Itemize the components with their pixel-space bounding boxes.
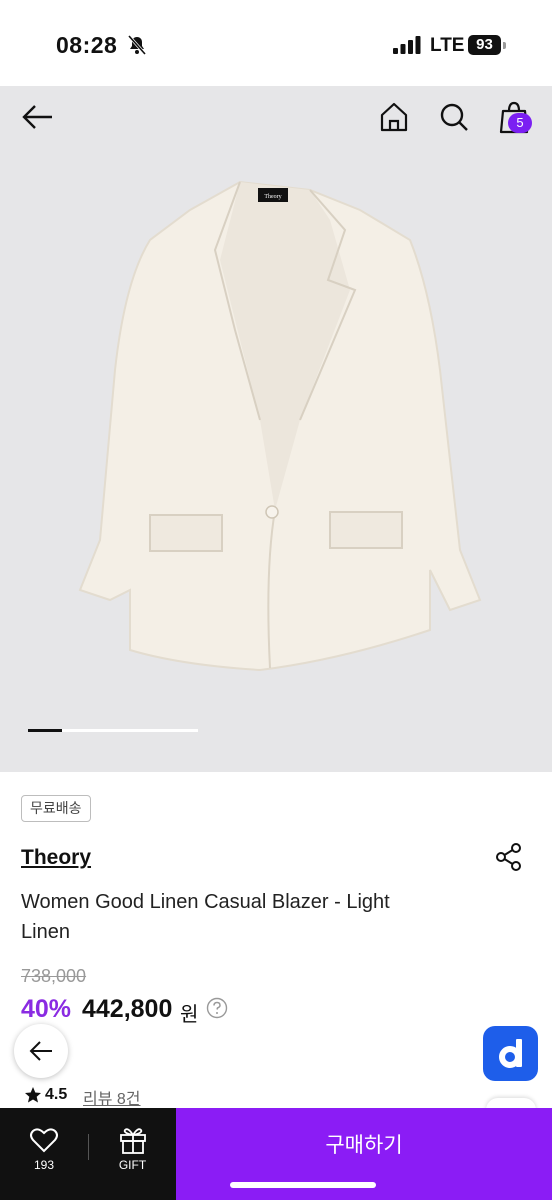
jacket-label-text: Theory: [264, 194, 281, 200]
battery-indicator: 93: [468, 35, 506, 55]
floating-back-button[interactable]: [14, 1024, 68, 1078]
discount-rate: 40%: [21, 995, 72, 1023]
signal-icon: [393, 36, 421, 54]
battery-tip: [503, 42, 506, 49]
cart-count-badge: 5: [508, 113, 532, 133]
battery-level: 93: [468, 35, 501, 55]
review-count-link[interactable]: 리뷰 8건: [83, 1085, 141, 1109]
gift-label: GIFT: [118, 1158, 147, 1172]
home-icon[interactable]: [378, 100, 410, 134]
status-bar: 08:28 LTE 93: [0, 0, 552, 86]
back-arrow-icon[interactable]: [20, 100, 56, 134]
gift-button[interactable]: GIFT: [89, 1108, 176, 1200]
image-pager-active: [28, 729, 62, 732]
home-indicator: [230, 1182, 376, 1188]
network-label: LTE: [430, 35, 465, 56]
search-icon[interactable]: [438, 100, 470, 134]
brand-link[interactable]: Theory: [21, 846, 91, 870]
currency-unit: 원: [180, 1004, 199, 1026]
question-circle-icon[interactable]: [206, 997, 228, 1019]
like-button[interactable]: 193: [0, 1108, 88, 1200]
d-app-button[interactable]: [483, 1026, 538, 1081]
rating-score: 4.5: [45, 1086, 68, 1103]
d-logo-icon: [499, 1039, 522, 1068]
blazer-photo: Theory: [78, 180, 482, 672]
original-price: 738,000: [21, 966, 87, 986]
share-icon[interactable]: [494, 842, 524, 872]
free-shipping-badge: 무료배송: [21, 795, 91, 822]
status-time: 08:28: [56, 32, 118, 58]
sale-price: 442,800: [82, 995, 173, 1023]
like-count: 193: [33, 1158, 55, 1172]
star-icon: [25, 1087, 41, 1103]
back-arrow-icon: [29, 1041, 52, 1061]
product-title: Women Good Linen Casual Blazer - Light L…: [21, 891, 390, 943]
bell-slash-icon: [127, 35, 147, 55]
gift-icon: [120, 1128, 146, 1154]
heart-icon: [30, 1128, 58, 1153]
